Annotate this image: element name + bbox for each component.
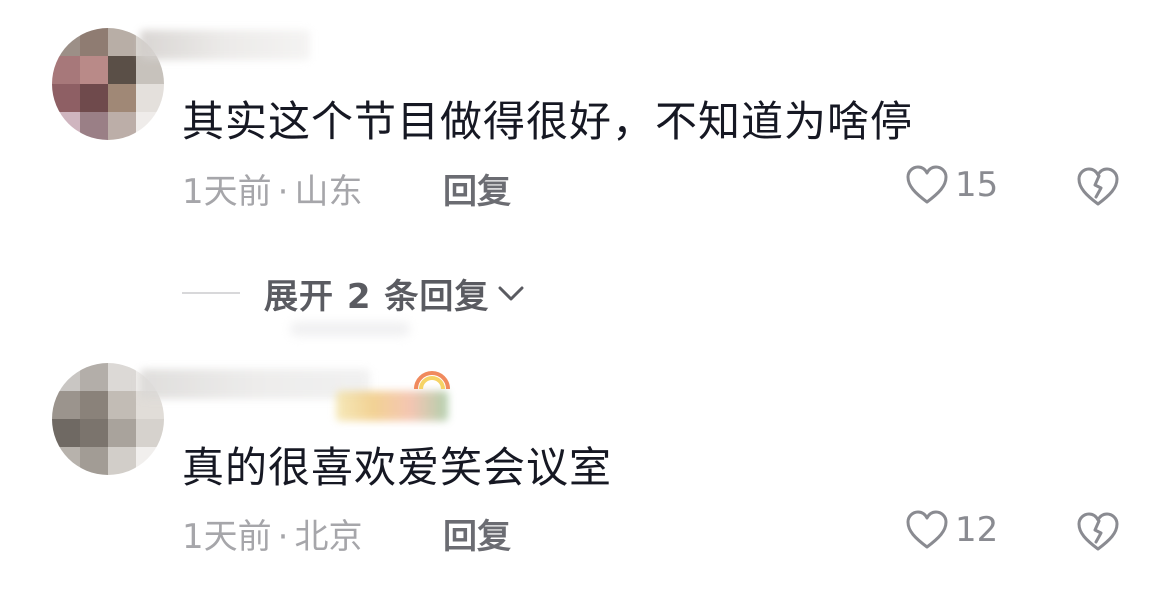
comment-text: 其实这个节目做得很好，不知道为啥停 <box>182 97 914 146</box>
comment-time: 1天前 <box>182 172 272 212</box>
comment-list: 其实这个节目做得很好，不知道为啥停 1天前 · 山东 回复 15 展开 2 条回复 <box>0 0 1170 599</box>
scroll-smudge <box>290 322 410 336</box>
dislike-button[interactable] <box>1076 166 1120 212</box>
like-button[interactable]: 15 <box>905 164 998 206</box>
reply-button[interactable]: 回复 <box>443 164 511 213</box>
comment-item: 真的很喜欢爱笑会议室 1天前 · 北京 回复 12 <box>0 355 1170 599</box>
like-count: 15 <box>955 165 999 205</box>
broken-heart-icon <box>1077 512 1119 551</box>
rainbow-icon <box>414 371 450 390</box>
dislike-button[interactable] <box>1076 511 1120 557</box>
reply-button[interactable]: 回复 <box>443 509 511 558</box>
heart-outline-icon <box>906 165 948 204</box>
heart-outline-icon <box>906 510 948 549</box>
expand-replies-button[interactable]: 展开 2 条回复 <box>182 270 527 317</box>
expand-divider <box>182 292 240 294</box>
comment-item: 其实这个节目做得很好，不知道为啥停 1天前 · 山东 回复 15 展开 2 条回复 <box>0 0 1170 336</box>
comment-time: 1天前 <box>182 517 272 557</box>
like-count: 12 <box>955 510 999 550</box>
comment-location: 北京 <box>294 517 363 557</box>
comment-text: 真的很喜欢爱笑会议室 <box>182 443 613 492</box>
chevron-down-icon <box>498 286 524 301</box>
broken-heart-icon <box>1077 167 1119 206</box>
meta-dot: · <box>277 517 289 557</box>
like-button[interactable]: 12 <box>905 509 998 551</box>
comment-meta: 1天前 · 山东 <box>182 164 362 213</box>
username-emoji-redacted <box>336 391 448 421</box>
comment-meta: 1天前 · 北京 <box>182 509 362 558</box>
expand-replies-label: 展开 2 条回复 <box>264 276 490 317</box>
meta-dot: · <box>277 172 289 212</box>
comment-location: 山东 <box>294 172 363 212</box>
username-redacted[interactable] <box>140 30 310 60</box>
